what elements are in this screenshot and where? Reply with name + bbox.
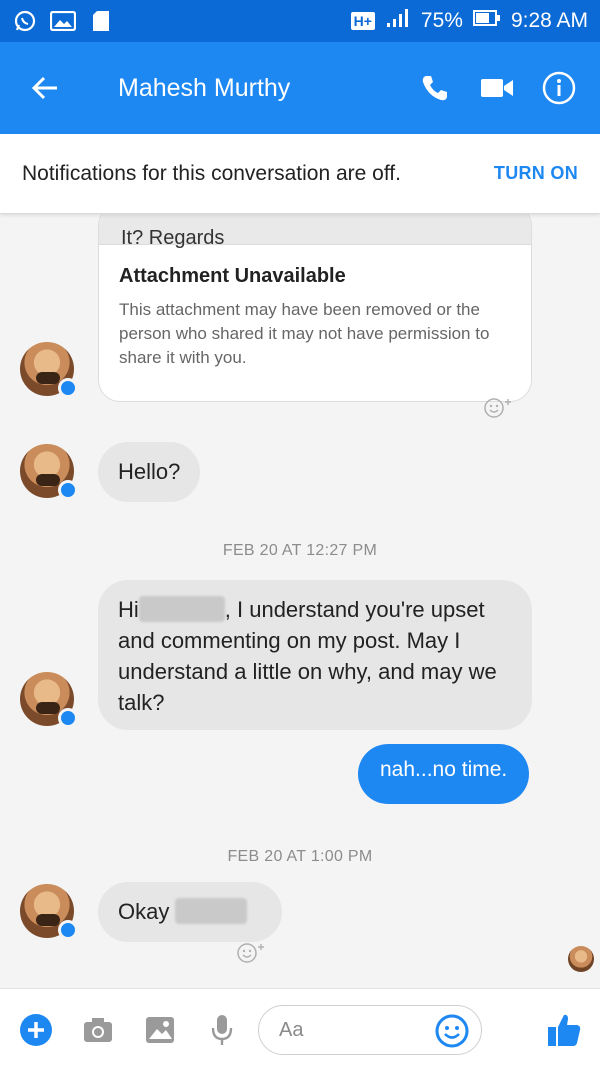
info-icon: [542, 71, 576, 105]
conversation-header: Mahesh Murthy: [0, 42, 600, 134]
message-input[interactable]: [279, 1018, 419, 1042]
camera-button[interactable]: [74, 1006, 122, 1054]
turn-on-button[interactable]: TURN ON: [494, 163, 578, 184]
message-text: Hello?: [118, 459, 181, 484]
timestamp: FEB 20 AT 12:27 PM: [222, 542, 378, 559]
battery-percent: 75%: [420, 9, 463, 32]
voice-message-button[interactable]: [198, 1006, 246, 1054]
quoted-message-text: It? Regards: [121, 227, 225, 249]
send-like-button[interactable]: [540, 1006, 588, 1054]
incoming-message[interactable]: Hello?: [98, 442, 201, 502]
battery-icon: [472, 9, 501, 33]
contact-name[interactable]: Mahesh Murthy: [118, 74, 404, 103]
gallery-icon: [146, 1017, 174, 1043]
message-composer: [0, 988, 600, 1071]
messenger-badge-icon: [58, 708, 78, 728]
camera-icon: [84, 1018, 112, 1042]
back-button[interactable]: [0, 42, 90, 134]
incoming-message[interactable]: Hi, I understand you're upset and commen…: [98, 580, 532, 730]
message-text: nah...no time.: [380, 758, 508, 781]
phone-icon: [422, 76, 447, 101]
info-button[interactable]: [528, 42, 590, 134]
message-text: Okay: [118, 899, 170, 924]
microphone-icon: [211, 1015, 233, 1045]
add-reaction-icon: [484, 398, 511, 418]
redacted-name: [138, 596, 225, 622]
message-input-wrapper: [258, 1005, 482, 1055]
timestamp: FEB 20 AT 1:00 PM: [227, 848, 373, 865]
avatar[interactable]: [20, 342, 78, 398]
sd-card-icon: [88, 10, 114, 32]
messenger-badge-icon: [58, 378, 78, 398]
notifications-off-banner: Notifications for this conversation are …: [0, 134, 600, 214]
outgoing-message[interactable]: nah...no time.: [358, 744, 530, 804]
messenger-badge-icon: [58, 480, 78, 500]
thumbs-up-icon: [548, 1014, 581, 1046]
signal-icon: [385, 8, 411, 34]
back-arrow-icon: [31, 76, 57, 100]
avatar[interactable]: [20, 444, 78, 500]
clock: 9:28 AM: [510, 9, 588, 32]
image-notification-icon: [50, 10, 76, 32]
incoming-message[interactable]: Okay: [98, 882, 282, 942]
status-left-icons: [12, 10, 114, 32]
message-list[interactable]: It? Regards Attachment Unavailable This …: [0, 214, 600, 988]
attachment-title: Attachment Unavailable: [119, 265, 346, 287]
voice-call-button[interactable]: [404, 42, 466, 134]
video-camera-icon: [481, 79, 513, 97]
gallery-button[interactable]: [136, 1006, 184, 1054]
video-call-button[interactable]: [466, 42, 528, 134]
add-reaction-icon: [237, 943, 264, 963]
add-reaction-button[interactable]: [236, 938, 266, 968]
notifications-off-text: Notifications for this conversation are …: [22, 162, 401, 185]
read-receipt-avatar: [568, 946, 594, 972]
messenger-badge-icon: [58, 920, 78, 940]
status-right: H+ 75% 9:28 AM: [350, 8, 588, 34]
emoji-icon: [435, 1014, 469, 1048]
avatar[interactable]: [20, 884, 78, 940]
add-reaction-button[interactable]: [483, 393, 513, 423]
avatar[interactable]: [20, 672, 78, 728]
more-actions-button[interactable]: [12, 1006, 60, 1054]
plus-icon: [20, 1014, 52, 1046]
message-text: Hi: [118, 597, 139, 622]
emoji-button[interactable]: [435, 1014, 469, 1048]
quoted-message-preview: It? Regards: [99, 214, 531, 249]
attachment-body: This attachment may have been removed or…: [119, 300, 490, 367]
redacted-name: [175, 898, 248, 924]
status-bar: H+ 75% 9:28 AM: [0, 0, 600, 42]
whatsapp-icon: [12, 10, 38, 32]
attachment-message[interactable]: It? Regards Attachment Unavailable This …: [98, 214, 532, 402]
network-type: H+: [350, 12, 375, 30]
